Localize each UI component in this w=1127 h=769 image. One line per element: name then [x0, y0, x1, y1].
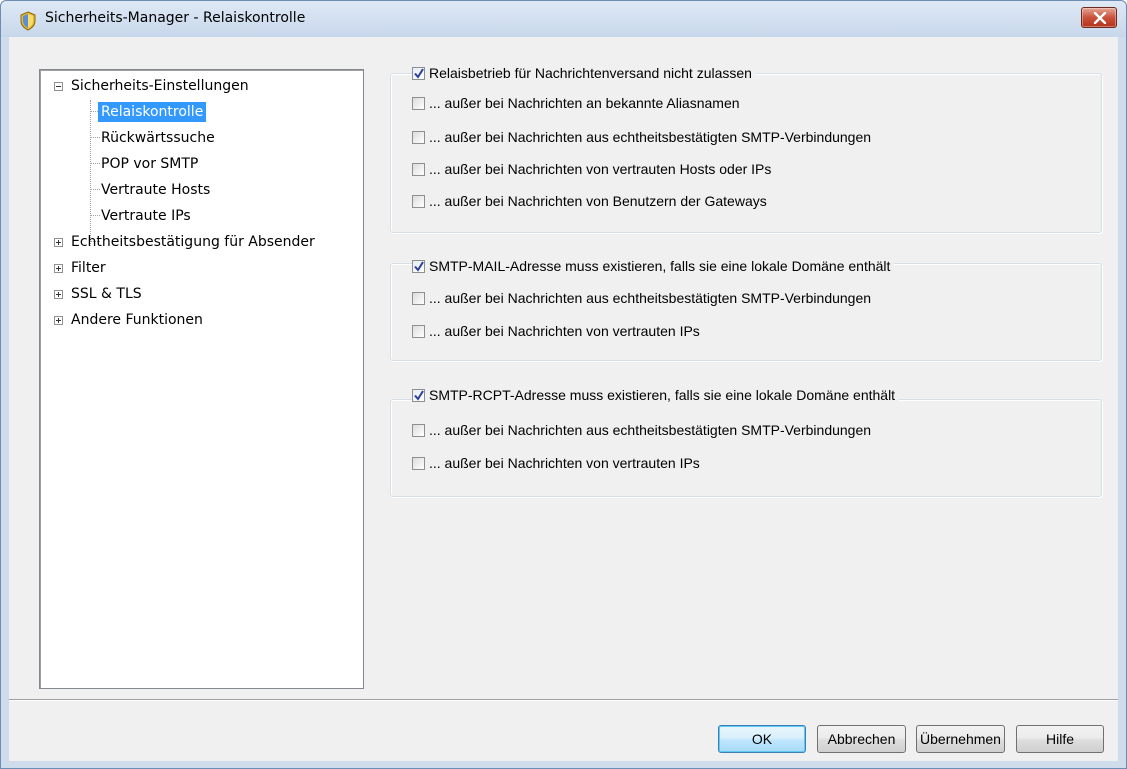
- settings-tree[interactable]: Sicherheits-Einstellungen Relaiskontroll…: [39, 69, 364, 689]
- tree-item-label: Relaiskontrolle: [98, 102, 207, 122]
- help-button[interactable]: Hilfe: [1016, 725, 1104, 753]
- checkbox[interactable]: [412, 324, 425, 338]
- checkbox[interactable]: [412, 456, 425, 470]
- shield-icon: [19, 11, 37, 31]
- checkbox-label: Relaisbetrieb für Nachrichtenversand nic…: [429, 65, 752, 81]
- checkbox-label: SMTP-MAIL-Adresse muss existieren, falls…: [429, 258, 891, 274]
- option-rcpt-trusted-ips[interactable]: ... außer bei Nachrichten von vertrauten…: [412, 453, 700, 473]
- security-manager-window: Sicherheits-Manager - Relaiskontrolle Si…: [0, 0, 1127, 769]
- tree-item-ssl-tls[interactable]: SSL & TLS: [50, 283, 145, 305]
- checkmark-icon: [414, 260, 424, 272]
- tree-item-relaiskontrolle[interactable]: Relaiskontrolle: [98, 101, 207, 123]
- close-icon: [1093, 12, 1107, 24]
- checkmark-icon: [414, 389, 424, 401]
- group-header-smtp-rcpt[interactable]: SMTP-RCPT-Adresse muss existieren, falls…: [412, 385, 900, 405]
- checkbox-label: ... außer bei Nachrichten aus echtheitsb…: [429, 129, 872, 145]
- checkbox-smtp-mail[interactable]: [412, 259, 425, 273]
- plus-icon[interactable]: [54, 316, 63, 325]
- checkbox-label: ... außer bei Nachrichten von vertrauten…: [429, 161, 772, 177]
- option-trusted-hosts-ips[interactable]: ... außer bei Nachrichten von vertrauten…: [412, 159, 771, 179]
- checkbox-label: ... außer bei Nachrichten von vertrauten…: [429, 323, 700, 339]
- tree-item-label: Vertraute IPs: [101, 208, 191, 224]
- checkbox-label: ... außer bei Nachrichten an bekannte Al…: [429, 95, 740, 111]
- option-rcpt-authenticated-smtp[interactable]: ... außer bei Nachrichten aus echtheitsb…: [412, 420, 871, 440]
- title-bar[interactable]: Sicherheits-Manager - Relaiskontrolle: [1, 1, 1126, 37]
- tree-item-vertraute-ips[interactable]: Vertraute IPs: [98, 205, 194, 227]
- tree-item-sicherheits-einstellungen[interactable]: Sicherheits-Einstellungen: [50, 75, 252, 97]
- tree-connector: [90, 100, 91, 246]
- smtp-rcpt-group: [390, 399, 1102, 497]
- plus-icon[interactable]: [54, 264, 63, 273]
- option-authenticated-smtp[interactable]: ... außer bei Nachrichten aus echtheitsb…: [412, 127, 871, 147]
- checkbox-label: ... außer bei Nachrichten von Benutzern …: [429, 193, 767, 209]
- group-header-smtp-mail[interactable]: SMTP-MAIL-Adresse muss existieren, falls…: [412, 256, 895, 276]
- checkbox[interactable]: [412, 162, 425, 176]
- option-mail-authenticated-smtp[interactable]: ... außer bei Nachrichten aus echtheitsb…: [412, 288, 871, 308]
- tree-item-label: Filter: [71, 260, 106, 276]
- checkbox-label: ... außer bei Nachrichten von vertrauten…: [429, 455, 700, 471]
- footer-separator: [9, 699, 1118, 701]
- tree-item-andere-funktionen[interactable]: Andere Funktionen: [50, 309, 206, 331]
- tree-item-label: Andere Funktionen: [71, 312, 203, 328]
- checkbox[interactable]: [412, 96, 425, 110]
- checkbox-label: ... außer bei Nachrichten aus echtheitsb…: [429, 290, 872, 306]
- checkbox-label: SMTP-RCPT-Adresse muss existieren, falls…: [429, 387, 896, 403]
- tree-item-vertraute-hosts[interactable]: Vertraute Hosts: [98, 179, 213, 201]
- checkbox[interactable]: [412, 291, 425, 305]
- close-button[interactable]: [1081, 7, 1117, 28]
- tree-item-rueckwaertssuche[interactable]: Rückwärtssuche: [98, 127, 218, 149]
- cancel-button[interactable]: Abbrechen: [817, 725, 906, 753]
- apply-button[interactable]: Übernehmen: [916, 725, 1005, 753]
- plus-icon[interactable]: [54, 290, 63, 299]
- smtp-mail-group: [390, 263, 1102, 361]
- checkbox[interactable]: [412, 130, 425, 144]
- option-gateway-users[interactable]: ... außer bei Nachrichten von Benutzern …: [412, 191, 767, 211]
- tree-item-label: Sicherheits-Einstellungen: [71, 78, 249, 94]
- tree-item-label: Echtheitsbestätigung für Absender: [71, 234, 315, 250]
- tree-item-label: Vertraute Hosts: [101, 182, 211, 198]
- minus-icon[interactable]: [54, 82, 63, 91]
- checkmark-icon: [414, 67, 424, 79]
- window-title: Sicherheits-Manager - Relaiskontrolle: [45, 10, 306, 26]
- tree-item-echtheitsbestaetigung[interactable]: Echtheitsbestätigung für Absender: [50, 231, 318, 253]
- group-header-relay[interactable]: Relaisbetrieb für Nachrichtenversand nic…: [412, 63, 756, 83]
- tree-item-pop-vor-smtp[interactable]: POP vor SMTP: [98, 153, 201, 175]
- checkbox[interactable]: [412, 194, 425, 208]
- option-known-aliases[interactable]: ... außer bei Nachrichten an bekannte Al…: [412, 93, 740, 113]
- option-mail-trusted-ips[interactable]: ... außer bei Nachrichten von vertrauten…: [412, 321, 700, 341]
- dialog-client-area: Sicherheits-Einstellungen Relaiskontroll…: [9, 37, 1118, 761]
- tree-item-label: Rückwärtssuche: [101, 130, 215, 146]
- checkbox[interactable]: [412, 423, 425, 437]
- ok-button[interactable]: OK: [718, 725, 806, 753]
- tree-item-filter[interactable]: Filter: [50, 257, 109, 279]
- checkbox-relay-disallow[interactable]: [412, 66, 425, 80]
- checkbox-label: ... außer bei Nachrichten aus echtheitsb…: [429, 422, 872, 438]
- tree-item-label: SSL & TLS: [71, 286, 142, 302]
- tree-item-label: POP vor SMTP: [101, 156, 199, 172]
- plus-icon[interactable]: [54, 238, 63, 247]
- checkbox-smtp-rcpt[interactable]: [412, 388, 425, 402]
